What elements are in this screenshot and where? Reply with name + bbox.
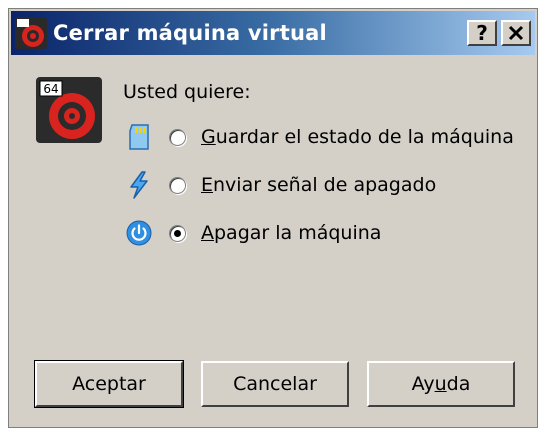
help-title-button[interactable]: ? — [467, 20, 497, 46]
title-bar[interactable]: Cerrar máquina virtual ? — [11, 11, 535, 55]
option-save-state[interactable]: Guardar el estado de la máquina — [125, 120, 514, 154]
radio-save-state[interactable] — [169, 128, 186, 146]
close-vm-dialog: Cerrar máquina virtual ? 64 Usted quiere… — [8, 8, 538, 428]
window-title: Cerrar máquina virtual — [53, 21, 327, 45]
option-power-off[interactable]: Apagar la máquina — [125, 216, 381, 250]
close-title-button[interactable] — [501, 20, 531, 46]
lightning-icon — [125, 171, 153, 199]
help-button[interactable]: Ay u da — [367, 361, 515, 407]
radio-selected-dot — [174, 229, 181, 237]
radio-power-off[interactable] — [169, 224, 186, 242]
prompt-text: Usted quiere: — [123, 81, 251, 103]
close-icon — [508, 25, 524, 41]
logo-badge: 64 — [43, 82, 58, 96]
cancel-button[interactable]: Cancelar — [201, 361, 349, 407]
accept-button[interactable]: Aceptar — [34, 360, 184, 408]
virtualbox-icon — [15, 17, 47, 49]
power-icon — [125, 219, 153, 247]
option-label: Guardar el estado de la máquina — [201, 126, 514, 148]
option-label: Enviar señal de apagado — [201, 174, 437, 196]
sd-card-icon — [125, 123, 153, 151]
option-label: Apagar la máquina — [201, 222, 382, 244]
virtualbox-logo: 64 — [36, 77, 102, 143]
option-send-shutdown[interactable]: Enviar señal de apagado — [125, 168, 436, 202]
radio-send-shutdown[interactable] — [169, 176, 186, 194]
